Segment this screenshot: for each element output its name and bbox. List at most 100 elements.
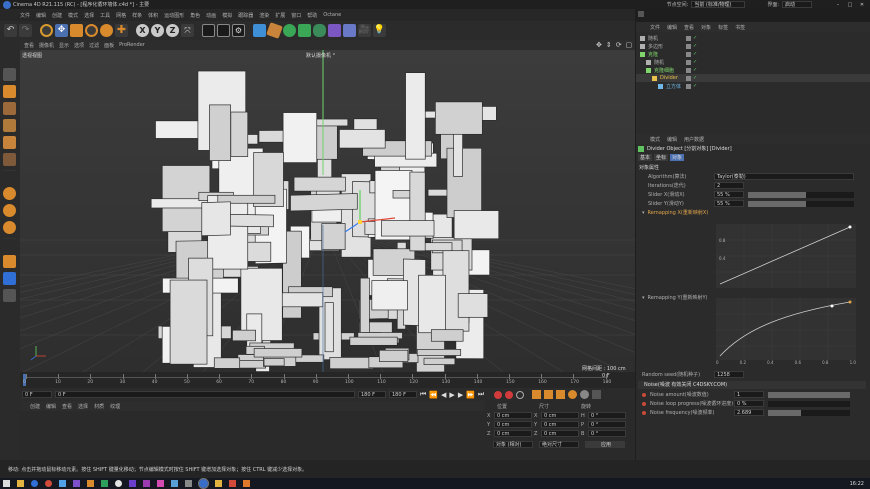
viewport-menu-item[interactable]: 面板 <box>104 42 114 49</box>
enabled-check-icon[interactable]: ✓ <box>693 67 697 73</box>
noise-slider[interactable] <box>768 391 850 398</box>
attr-field-value[interactable]: 55 % <box>714 191 744 198</box>
next-frame-icon[interactable]: ▶ <box>458 391 463 399</box>
coord-mode-select[interactable]: 对象 (相对) <box>493 441 533 448</box>
om-menu-item[interactable]: 文件 <box>650 24 660 31</box>
points-mode-icon[interactable] <box>3 119 16 132</box>
menu-item[interactable]: 编辑 <box>36 12 46 19</box>
key-pla-icon[interactable] <box>580 390 590 399</box>
record-keys-icon[interactable] <box>494 390 503 399</box>
enabled-check-icon[interactable]: ✓ <box>693 59 697 65</box>
noise-field-value[interactable]: 1 <box>734 391 764 398</box>
attr-menu-item[interactable]: 模式 <box>650 136 660 143</box>
key-scale-icon[interactable] <box>556 390 566 399</box>
lock-workplane-icon[interactable] <box>3 255 16 268</box>
viewport-menu-item[interactable]: 过滤 <box>89 42 99 49</box>
key-rotation-icon[interactable] <box>544 390 554 399</box>
menu-item[interactable]: 网格 <box>116 12 126 19</box>
subdivision-icon[interactable] <box>283 24 296 37</box>
object-row[interactable]: 多边形 ✓ <box>636 42 870 50</box>
attr-field-value[interactable]: Taylor(泰勒) <box>714 173 854 180</box>
close-button[interactable]: ✕ <box>856 2 868 8</box>
recent-tools-icon[interactable] <box>100 24 113 37</box>
viewport-menu-item[interactable]: 选项 <box>74 42 84 49</box>
menu-item[interactable]: 工具 <box>100 12 110 19</box>
visibility-toggle-icon[interactable] <box>686 75 691 81</box>
auto-key-icon[interactable] <box>505 390 514 399</box>
animate-param-icon[interactable] <box>642 410 646 415</box>
position-field[interactable]: 0 cm <box>494 430 532 437</box>
material-menu-item[interactable]: 材质 <box>94 403 104 410</box>
move-tool-icon[interactable]: ✥ <box>55 24 68 37</box>
zoom-view-icon[interactable]: ⇕ <box>606 41 612 49</box>
enabled-check-icon[interactable]: ✓ <box>693 75 697 81</box>
menu-item[interactable]: 角色 <box>190 12 200 19</box>
viewport-menu-item[interactable]: 查看 <box>24 42 34 49</box>
om-menu-item[interactable]: 书签 <box>735 24 745 31</box>
attr-menu-item[interactable]: 用户数据 <box>684 136 704 143</box>
menu-item[interactable]: 窗口 <box>291 12 301 19</box>
pan-view-icon[interactable]: ✥ <box>596 41 602 49</box>
visibility-toggle-icon[interactable] <box>686 83 691 89</box>
menu-item[interactable]: 动画 <box>206 12 216 19</box>
om-menu-item[interactable]: 标签 <box>718 24 728 31</box>
taskbar-app-4-icon[interactable] <box>59 480 66 487</box>
preview-end-field[interactable]: 180 F <box>389 391 417 398</box>
enabled-check-icon[interactable]: ✓ <box>693 51 697 57</box>
taskbar-app-2-icon[interactable] <box>31 480 38 487</box>
model-mode-icon[interactable] <box>3 85 16 98</box>
om-menu-item[interactable]: 编辑 <box>667 24 677 31</box>
visibility-toggle-icon[interactable] <box>686 67 691 73</box>
menu-item[interactable]: 创建 <box>52 12 62 19</box>
z-axis-lock-icon[interactable]: Z <box>166 24 179 37</box>
size-field[interactable]: 0 cm <box>541 412 579 419</box>
noise-field-value[interactable]: 0 % <box>734 400 764 407</box>
cloner-icon[interactable] <box>298 24 311 37</box>
position-field[interactable]: 0 cm <box>494 412 532 419</box>
viewport-menu-item[interactable]: ProRender <box>119 42 145 48</box>
goto-start-icon[interactable]: ⏮ <box>420 390 426 399</box>
material-menu-item[interactable]: 选择 <box>78 403 88 410</box>
animate-param-icon[interactable] <box>642 392 646 397</box>
goto-end-icon[interactable]: ⏭ <box>478 390 484 399</box>
attr-slider[interactable] <box>748 200 854 207</box>
taskbar-app-8-icon[interactable] <box>115 480 122 487</box>
taskbar-app-16-icon[interactable] <box>229 480 236 487</box>
coordinate-system-icon[interactable]: ⤧ <box>181 24 194 37</box>
key-param-icon[interactable] <box>568 390 578 399</box>
camera-icon[interactable]: 🎥 <box>358 24 371 37</box>
size-field[interactable]: 0 cm <box>541 421 579 428</box>
object-row[interactable]: Divider ✓ <box>636 74 870 82</box>
material-menu-item[interactable]: 创建 <box>30 403 40 410</box>
pen-spline-icon[interactable] <box>266 22 283 39</box>
deformer-icon[interactable] <box>328 24 341 37</box>
viewport-menu-item[interactable]: 显示 <box>59 42 69 49</box>
menu-item[interactable]: 运动图形 <box>164 12 184 19</box>
object-row[interactable]: 随机 ✓ <box>636 58 870 66</box>
toggle-view-icon[interactable]: ▢ <box>626 41 633 49</box>
menu-item[interactable]: 渲染 <box>259 12 269 19</box>
keyframe-selection-icon[interactable] <box>516 390 525 399</box>
undo-icon[interactable]: ↶ <box>4 24 17 37</box>
enabled-check-icon[interactable]: ✓ <box>693 35 697 41</box>
next-key-icon[interactable]: ⏩ <box>466 391 475 399</box>
taskbar-app-13-icon[interactable] <box>185 480 192 487</box>
om-layout-icon[interactable] <box>638 11 644 17</box>
menu-item[interactable]: 帮助 <box>307 12 317 19</box>
timeline[interactable]: 0 10 20 30 40 50 60 70 80 90 100 110 120 130 140 150 160… <box>20 372 635 388</box>
om-menu-item[interactable]: 查看 <box>684 24 694 31</box>
remap-x-toggle-icon[interactable]: ▾ <box>642 210 645 216</box>
render-view-icon[interactable] <box>202 24 215 37</box>
taskbar-app-3-icon[interactable] <box>45 480 52 487</box>
menu-item[interactable]: 选择 <box>84 12 94 19</box>
attr-field-value[interactable]: 2 <box>714 182 744 189</box>
taskbar-app-7-icon[interactable] <box>101 480 108 487</box>
taskbar-app-9-icon[interactable] <box>129 480 136 487</box>
play-icon[interactable]: ▶ <box>449 391 454 399</box>
material-menu-item[interactable]: 查看 <box>62 403 72 410</box>
taskbar-app-5-icon[interactable] <box>73 480 80 487</box>
menu-item[interactable]: Octane <box>323 12 341 18</box>
menu-item[interactable]: 扩展 <box>275 12 285 19</box>
noise-slider[interactable] <box>768 409 850 416</box>
remap-y-toggle-icon[interactable]: ▾ <box>642 295 645 301</box>
